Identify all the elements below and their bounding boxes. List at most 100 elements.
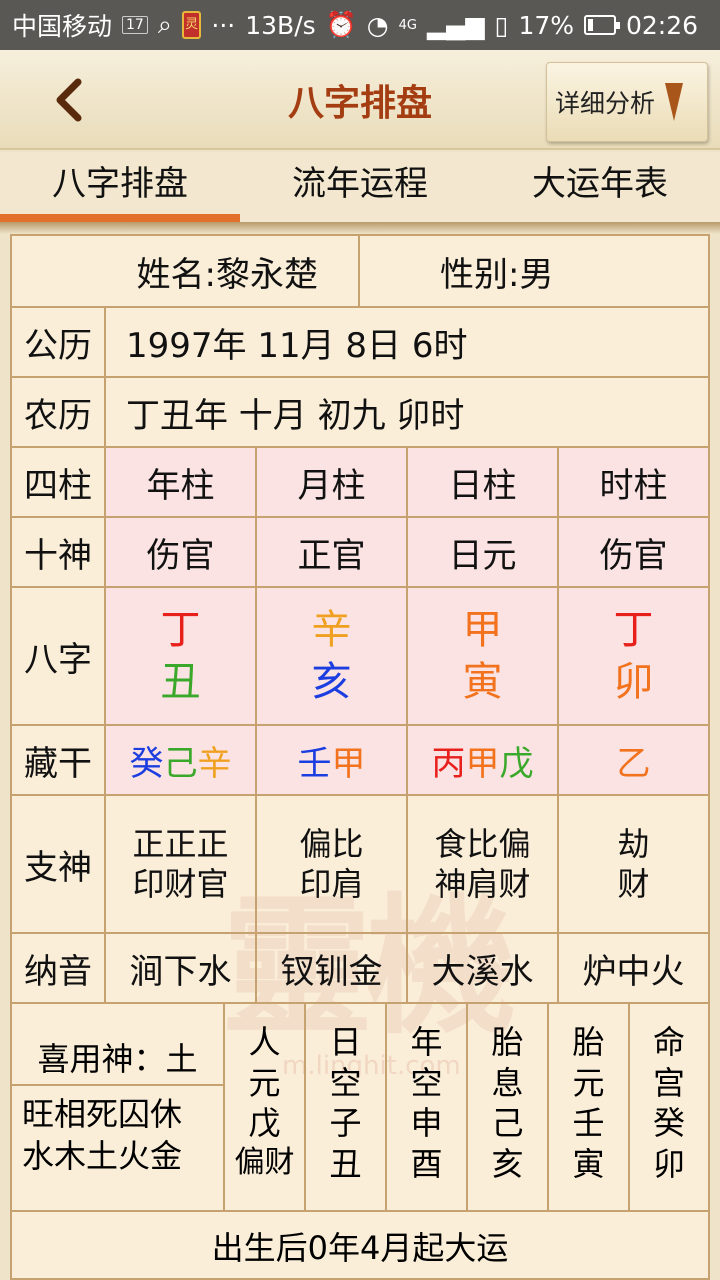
branch-gods-month: 偏比 印肩 <box>257 796 408 932</box>
info-col-taiyuan-2: 元 <box>572 1063 605 1102</box>
bazi-day: 甲寅 <box>408 588 559 724</box>
info-col-taiyuan-1: 胎 <box>572 1023 605 1061</box>
stem-year: 丁 <box>160 607 201 653</box>
alarm-icon: ⏰ <box>325 10 357 39</box>
favorable-element: 喜用神：土 <box>12 1004 223 1086</box>
info-col-niankong: 年空申酉 <box>387 1004 468 1210</box>
hidden-stems-day-char-2: 甲 <box>465 743 500 784</box>
ten-gods-label: 十神 <box>12 518 106 586</box>
wifi-icon: ◔ <box>366 10 389 40</box>
status-bar: 中国移动 17 ⌕ 灵 ··· 13B/s ⏰ ◔ 4G ▂▄▆ ▯ 17% 0… <box>0 0 720 50</box>
ten-gods-row: 十神 伤官 正官 日元 伤官 <box>12 518 708 588</box>
hidden-stems-month: 壬甲 <box>257 726 408 794</box>
hidden-stems-year-char-2: 己 <box>163 743 198 784</box>
ten-god-day: 日元 <box>408 518 559 586</box>
sim-card-icon: ▯ <box>494 10 509 40</box>
hidden-stems-hour-char-1: 乙 <box>616 743 651 784</box>
app-notification-icon: 灵 <box>181 11 202 39</box>
branch-year: 丑 <box>160 659 201 705</box>
ten-god-month: 正官 <box>257 518 408 586</box>
info-col-taiyuan: 胎元壬寅 <box>549 1004 630 1210</box>
info-col-renyuan-4: 偏财 <box>234 1144 295 1180</box>
element-strength: 旺相死囚休 水木土火金 <box>12 1086 223 1177</box>
branch-gods-year: 正正正 印财官 <box>106 796 257 932</box>
branch-day: 寅 <box>462 659 503 705</box>
solar-label: 公历 <box>12 308 106 376</box>
info-col-renyuan-2: 元 <box>248 1063 281 1102</box>
info-col-taiyuan-3: 壬 <box>572 1104 605 1143</box>
pillar-hour: 时柱 <box>559 448 708 516</box>
branch-hour: 卯 <box>613 659 654 705</box>
branch-gods-month-1: 偏比 <box>299 825 364 863</box>
clock: 02:26 <box>625 10 698 40</box>
bazi-row: 八字 丁丑 辛亥 甲寅 丁卯 <box>12 588 708 726</box>
info-col-renyuan-3: 戊 <box>248 1104 281 1143</box>
dropdown-arrow-icon <box>665 83 684 121</box>
pillar-year: 年柱 <box>106 448 257 516</box>
network-type: 4G <box>398 17 417 33</box>
hidden-stems-year: 癸己辛 <box>106 726 257 794</box>
ten-god-year: 伤官 <box>106 518 257 586</box>
info-col-niankong-1: 年 <box>410 1023 443 1061</box>
more-icon: ··· <box>211 10 236 40</box>
nayin-month: 钗钏金 <box>257 934 408 1002</box>
hidden-stems-day-char-3: 戊 <box>499 743 534 784</box>
info-col-minggong-2: 宫 <box>652 1063 685 1102</box>
info-col-rikong-2: 空 <box>329 1063 362 1102</box>
person-name: 姓名:黎永楚 <box>12 236 360 306</box>
branch-gods-row: 支神 正正正 印财官 偏比 印肩 食比偏 神肩财 劫财 <box>12 796 708 934</box>
pillar-month: 月柱 <box>257 448 408 516</box>
stem-day: 甲 <box>462 607 503 653</box>
element-states: 旺相死囚休 <box>22 1095 183 1133</box>
info-col-minggong-3: 癸 <box>652 1104 685 1143</box>
info-col-taixi: 胎息己亥 <box>468 1004 549 1210</box>
branch-gods-month-2: 印肩 <box>299 865 364 903</box>
battery-icon <box>584 15 620 35</box>
branch-gods-day-1: 食比偏 <box>434 825 531 863</box>
stem-hour: 丁 <box>613 607 654 653</box>
person-row: 姓名:黎永楚 性别:男 <box>12 236 708 308</box>
hidden-stems-year-char-3: 辛 <box>197 743 232 784</box>
detail-analysis-label: 详细分析 <box>555 89 656 118</box>
stem-month: 辛 <box>311 607 352 653</box>
extra-info-section: 喜用神：土 旺相死囚休 水木土火金 人元戊偏财 日空子丑 年空申酉 胎息己亥 胎… <box>12 1004 708 1212</box>
tab-luck-cycle-table[interactable]: 大运年表 <box>480 152 720 222</box>
ten-god-hour: 伤官 <box>559 518 708 586</box>
info-col-taixi-3: 己 <box>491 1104 524 1143</box>
nayin-hour: 炉中火 <box>582 951 685 992</box>
info-col-minggong-4: 卯 <box>652 1144 685 1183</box>
bazi-year: 丁丑 <box>106 588 257 724</box>
solar-value: 1997年 11月 8日 6时 <box>126 325 468 366</box>
detail-analysis-button[interactable]: 详细分析 <box>546 62 708 142</box>
branch-gods-hour: 劫财 <box>559 796 708 932</box>
info-col-rikong-4: 丑 <box>329 1144 362 1183</box>
info-col-renyuan-1: 人 <box>248 1023 281 1061</box>
branch-gods-label: 支神 <box>12 796 106 932</box>
bazi-month: 辛亥 <box>257 588 408 724</box>
info-col-niankong-3: 申 <box>410 1104 443 1143</box>
pillars-label: 四柱 <box>12 448 106 516</box>
nayin-label: 纳音 <box>12 934 106 1002</box>
tab-annual-fortune[interactable]: 流年运程 <box>240 152 480 222</box>
hidden-stems-year-char-1: 癸 <box>129 743 164 784</box>
title-bar: 八字排盘 详细分析 <box>0 50 720 150</box>
sim-icon: 17 <box>122 16 148 34</box>
solar-row: 公历 1997年 11月 8日 6时 <box>12 308 708 378</box>
bazi-label: 八字 <box>12 588 106 724</box>
branch-gods-day: 食比偏 神肩财 <box>408 796 559 932</box>
tab-bazi-chart[interactable]: 八字排盘 <box>0 152 240 222</box>
five-elements-panel: 喜用神：土 旺相死囚休 水木土火金 <box>12 1004 225 1210</box>
signal-icon: ▂▄▆ <box>426 10 485 40</box>
nayin-day: 大溪水 <box>408 934 559 1002</box>
element-names: 水木土火金 <box>22 1136 183 1175</box>
branch-gods-hour-1: 劫 <box>617 825 650 863</box>
info-col-minggong-1: 命 <box>652 1023 685 1061</box>
network-speed: 13B/s <box>245 10 316 40</box>
hidden-stems-hour: 乙 <box>559 726 708 794</box>
hidden-stems-row: 藏干 癸己辛 壬甲 丙甲戊 乙 <box>12 726 708 796</box>
lunar-value: 丁丑年 十月 初九 卯时 <box>126 395 465 436</box>
back-button[interactable] <box>40 72 100 128</box>
info-col-niankong-4: 酉 <box>410 1144 443 1183</box>
chevron-left-icon <box>56 78 82 122</box>
info-col-taiyuan-4: 寅 <box>572 1144 605 1183</box>
